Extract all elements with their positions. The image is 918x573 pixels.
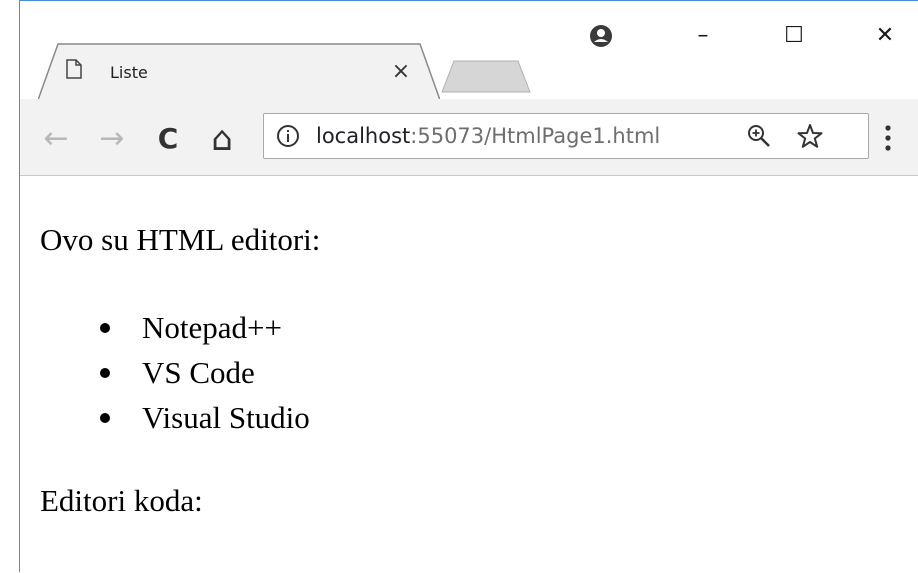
list-item-text: Visual Studio [142,400,310,435]
bullet-icon [100,323,110,333]
tab-title: Liste [110,63,148,82]
back-button[interactable]: ← [38,121,74,157]
browser-toolbar: ← → C ⌂ localhost:55073/HtmlPage1.html [20,99,918,176]
list-item: Visual Studio [100,395,310,440]
intro-text: Ovo su HTML editori: [40,222,321,257]
url-host: localhost [316,124,411,148]
editors-list: Notepad++ VS Code Visual Studio [100,305,310,440]
page-icon [66,59,82,79]
url-path: :55073/HtmlPage1.html [410,124,661,148]
bullet-icon [100,368,110,378]
info-icon[interactable] [276,124,300,148]
title-bar: Liste × – ☐ ✕ [20,1,918,100]
section-heading-text: Editori koda: [40,483,203,518]
list-item: Notepad++ [100,305,310,350]
bookmark-star-icon[interactable] [796,122,824,150]
list-item: VS Code [100,350,310,395]
zoom-icon[interactable] [746,123,772,149]
profile-icon[interactable] [588,23,614,49]
menu-icon[interactable] [882,121,894,155]
maximize-button[interactable]: ☐ [774,19,814,53]
reload-button[interactable]: C [150,121,186,157]
list-item-text: Notepad++ [142,310,282,345]
forward-button[interactable]: → [94,121,130,157]
tab-close-icon[interactable]: × [388,59,414,85]
list-item-text: VS Code [142,355,255,390]
tab-liste[interactable] [38,43,440,100]
url-text[interactable]: localhost:55073/HtmlPage1.html [316,124,660,148]
new-tab-button[interactable] [440,59,532,93]
address-bar[interactable]: localhost:55073/HtmlPage1.html [263,113,869,159]
minimize-button[interactable]: – [683,19,723,53]
bullet-icon [100,413,110,423]
page-content: Ovo su HTML editori: Notepad++ VS Code V… [20,177,918,573]
browser-window: Liste × – ☐ ✕ ← → C ⌂ localhost:55073/Ht… [19,0,918,572]
home-button[interactable]: ⌂ [204,121,240,157]
close-window-button[interactable]: ✕ [865,19,905,53]
